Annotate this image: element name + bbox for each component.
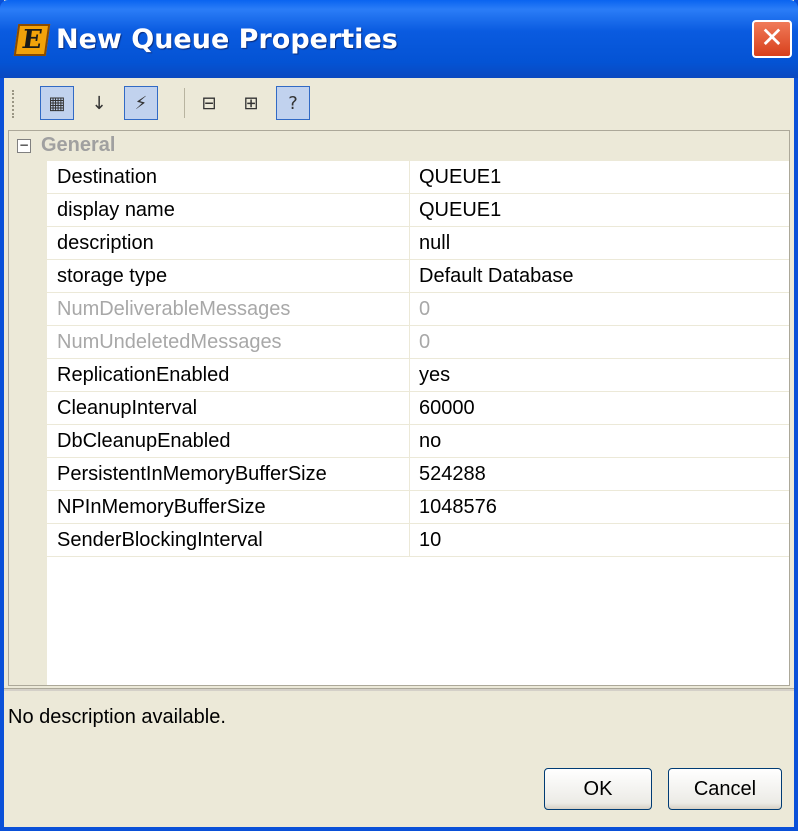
property-name: SenderBlockingInterval xyxy=(57,529,263,551)
column-divider[interactable] xyxy=(409,425,410,458)
property-name: DbCleanupEnabled xyxy=(57,430,231,452)
property-name: PersistentInMemoryBufferSize xyxy=(57,463,327,485)
column-divider[interactable] xyxy=(409,392,410,425)
property-name: NumDeliverableMessages xyxy=(57,298,291,320)
property-row[interactable]: description null xyxy=(47,227,789,260)
property-name: NumUndeletedMessages xyxy=(57,331,282,353)
expand-all-icon[interactable]: ⊞ xyxy=(234,86,268,120)
column-divider[interactable] xyxy=(409,524,410,557)
property-row[interactable]: NumUndeletedMessages 0 xyxy=(47,326,789,359)
property-row[interactable]: DbCleanupEnabled no xyxy=(47,425,789,458)
collapse-toggle-icon[interactable]: − xyxy=(17,139,31,153)
window-title: New Queue Properties xyxy=(56,24,398,55)
categorized-view-icon[interactable]: ▦ xyxy=(40,86,74,120)
ok-button[interactable]: OK xyxy=(544,768,652,810)
property-value[interactable]: QUEUE1 xyxy=(419,166,501,189)
property-name: ReplicationEnabled xyxy=(57,364,230,386)
column-divider[interactable] xyxy=(409,227,410,260)
category-general[interactable]: − General xyxy=(9,131,789,161)
property-name: CleanupInterval xyxy=(57,397,198,419)
column-divider[interactable] xyxy=(409,491,410,524)
toolbar-grip[interactable] xyxy=(12,90,18,118)
title-bar[interactable]: E New Queue Properties ✕ xyxy=(0,0,798,78)
description-splitter[interactable] xyxy=(4,688,794,691)
category-label: General xyxy=(41,134,116,156)
column-divider[interactable] xyxy=(409,161,410,194)
description-text: No description available. xyxy=(8,706,226,728)
cancel-button[interactable]: Cancel xyxy=(668,768,782,810)
column-divider[interactable] xyxy=(409,326,410,359)
toolbar-separator xyxy=(184,88,185,118)
property-name: storage type xyxy=(57,265,168,287)
property-value[interactable]: null xyxy=(419,232,450,255)
property-row[interactable]: ReplicationEnabled yes xyxy=(47,359,789,392)
column-divider[interactable] xyxy=(409,194,410,227)
property-value[interactable]: 1048576 xyxy=(419,496,497,519)
sort-alphabetical-icon[interactable]: ↓ xyxy=(82,86,116,120)
property-row[interactable]: SenderBlockingInterval 10 xyxy=(47,524,789,557)
help-description-icon[interactable]: ? xyxy=(276,86,310,120)
close-button[interactable]: ✕ xyxy=(752,20,792,58)
property-value[interactable]: 10 xyxy=(419,529,441,552)
property-value: 0 xyxy=(419,298,431,320)
property-row[interactable]: Destination QUEUE1 xyxy=(47,161,789,194)
dialog-window: E New Queue Properties ✕ ▦ ↓ ⚡ ⊟ ⊞ ? − G… xyxy=(0,0,798,831)
property-value[interactable]: 524288 xyxy=(419,463,486,486)
column-divider[interactable] xyxy=(409,293,410,326)
property-row[interactable]: PersistentInMemoryBufferSize 524288 xyxy=(47,458,789,491)
column-divider[interactable] xyxy=(409,260,410,293)
property-grid: − General Destination QUEUE1 display name Q… xyxy=(8,130,790,686)
property-name: NPInMemoryBufferSize xyxy=(57,496,266,518)
app-icon: E xyxy=(13,24,51,56)
column-divider[interactable] xyxy=(409,458,410,491)
column-divider[interactable] xyxy=(409,359,410,392)
property-value[interactable]: no xyxy=(419,430,441,453)
property-value[interactable]: Default Database xyxy=(419,265,574,288)
property-row[interactable]: storage type Default Database xyxy=(47,260,789,293)
property-value[interactable]: QUEUE1 xyxy=(419,199,501,222)
collapse-all-icon[interactable]: ⊟ xyxy=(192,86,226,120)
lightning-icon[interactable]: ⚡ xyxy=(124,86,158,120)
property-row[interactable]: CleanupInterval 60000 xyxy=(47,392,789,425)
property-value[interactable]: 60000 xyxy=(419,397,475,420)
toolbar: ▦ ↓ ⚡ ⊟ ⊞ ? xyxy=(4,78,794,128)
property-row[interactable]: NPInMemoryBufferSize 1048576 xyxy=(47,491,789,524)
grid-margin xyxy=(9,131,47,685)
property-value: 0 xyxy=(419,331,431,353)
property-value[interactable]: yes xyxy=(419,364,450,387)
property-name: Destination xyxy=(57,166,158,188)
property-row[interactable]: display name QUEUE1 xyxy=(47,194,789,227)
property-name: description xyxy=(57,232,154,254)
property-row[interactable]: NumDeliverableMessages 0 xyxy=(47,293,789,326)
property-name: display name xyxy=(57,199,175,221)
